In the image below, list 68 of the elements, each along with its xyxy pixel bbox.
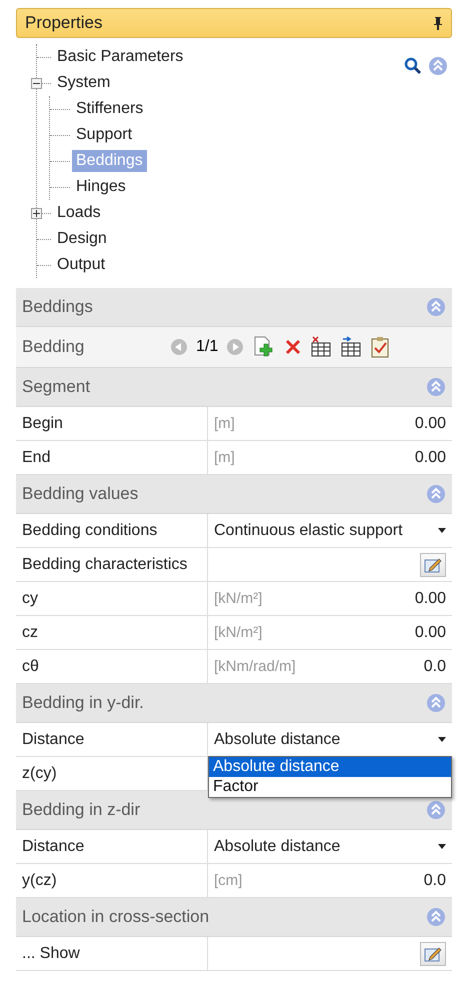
- section-header[interactable]: Bedding values: [16, 475, 452, 514]
- property-value[interactable]: 0.00: [414, 448, 446, 466]
- property-label: cθ: [16, 650, 208, 683]
- collapse-icon[interactable]: [426, 693, 446, 713]
- tree-item[interactable]: Hinges: [72, 176, 130, 198]
- table-import-icon[interactable]: [340, 336, 362, 358]
- panel-title: Properties: [25, 13, 102, 33]
- unit-label: [m]: [214, 449, 235, 466]
- search-icon[interactable]: [404, 57, 422, 75]
- delete-icon[interactable]: [284, 338, 302, 356]
- tree-item[interactable]: Loads: [53, 202, 105, 224]
- dropdown-option[interactable]: Absolute distance: [209, 757, 451, 777]
- tree-item[interactable]: Basic Parameters: [53, 46, 188, 68]
- edit-button[interactable]: [420, 552, 446, 576]
- tree-item[interactable]: Design: [53, 228, 111, 250]
- property-value[interactable]: 0.00: [414, 590, 446, 608]
- section-title: Location in cross-section: [22, 907, 210, 927]
- unit-label: [kN/m²]: [214, 590, 262, 607]
- collapse-icon[interactable]: [426, 800, 446, 820]
- property-label: y(cz): [16, 864, 208, 897]
- section-header[interactable]: Bedding in y-dir.: [16, 684, 452, 723]
- pin-icon[interactable]: [433, 16, 443, 30]
- section-title: Beddings: [22, 297, 93, 317]
- caret-icon: [438, 528, 446, 533]
- property-value[interactable]: 0.00: [414, 414, 446, 432]
- edit-icon: [424, 556, 442, 572]
- property-label: End: [16, 441, 208, 474]
- section-header[interactable]: Location in cross-section: [16, 898, 452, 937]
- section-title: Segment: [22, 377, 90, 397]
- record-counter: 1/1: [196, 338, 218, 356]
- collapse-icon[interactable]: [426, 377, 446, 397]
- collapse-icon[interactable]: [426, 907, 446, 927]
- property-value[interactable]: 0.0: [424, 872, 446, 890]
- edit-button[interactable]: [420, 942, 446, 966]
- tree-item[interactable]: Support: [72, 124, 136, 146]
- table-delete-icon[interactable]: [310, 336, 332, 358]
- tree-item[interactable]: Stiffeners: [72, 98, 148, 120]
- collapse-icon[interactable]: [426, 297, 446, 317]
- property-label: Bedding characteristics: [16, 548, 208, 581]
- section-title: Bedding values: [22, 484, 138, 504]
- tree-item[interactable]: System: [53, 72, 114, 94]
- collapse-icon[interactable]: [428, 56, 448, 76]
- property-label: z(cy): [16, 757, 208, 790]
- section-header[interactable]: Beddings: [16, 288, 452, 327]
- unit-label: [kNm/rad/m]: [214, 658, 296, 675]
- unit-label: [m]: [214, 415, 235, 432]
- section-title: Bedding in z-dir: [22, 800, 140, 820]
- section-header[interactable]: Segment: [16, 368, 452, 407]
- collapse-icon[interactable]: [426, 484, 446, 504]
- section-title: Bedding in y-dir.: [22, 693, 144, 713]
- unit-label: [cm]: [214, 872, 242, 889]
- property-value[interactable]: 0.00: [414, 624, 446, 642]
- dropdown-option[interactable]: Factor: [209, 777, 451, 797]
- property-label: Begin: [16, 407, 208, 440]
- property-label: cz: [16, 616, 208, 649]
- caret-icon: [438, 844, 446, 849]
- caret-icon: [438, 737, 446, 742]
- collapse-box-icon[interactable]: [31, 78, 42, 88]
- tree-item[interactable]: Output: [53, 254, 110, 276]
- section-header[interactable]: Bedding in z-dir: [16, 791, 452, 830]
- property-label: ... Show: [16, 937, 208, 970]
- clipboard-check-icon[interactable]: [370, 336, 390, 358]
- expand-box-icon[interactable]: [31, 208, 42, 218]
- row-label: Bedding: [22, 337, 86, 357]
- edit-icon: [424, 946, 442, 962]
- property-value[interactable]: 0.0: [424, 658, 446, 676]
- property-label: cy: [16, 582, 208, 615]
- unit-label: [kN/m²]: [214, 624, 262, 641]
